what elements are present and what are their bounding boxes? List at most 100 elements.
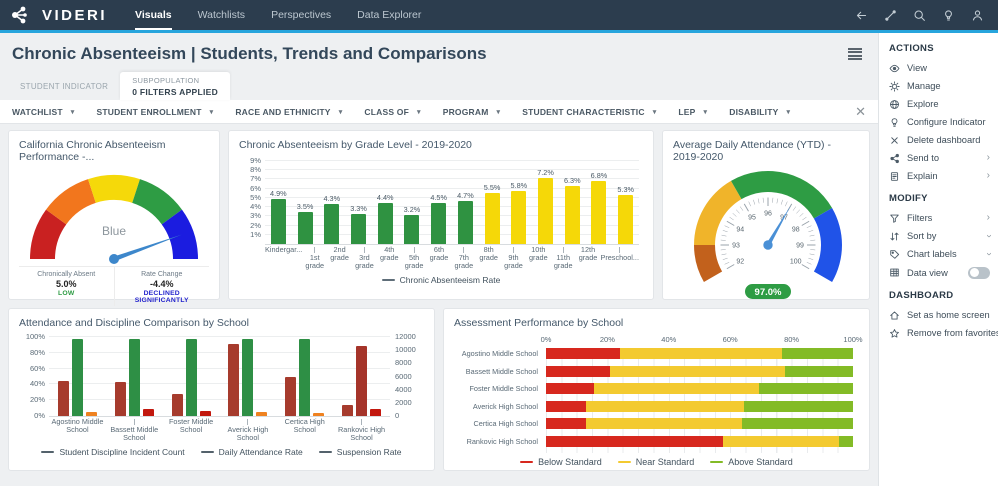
bar-segment[interactable] bbox=[785, 366, 853, 377]
ca-performance-gauge[interactable]: Blue bbox=[19, 165, 209, 272]
bar[interactable] bbox=[351, 214, 366, 244]
stacked-bar[interactable] bbox=[546, 366, 853, 377]
bar-segment[interactable] bbox=[546, 436, 723, 447]
nav-tab-data-explorer[interactable]: Data Explorer bbox=[357, 0, 421, 30]
lightbulb-icon[interactable] bbox=[942, 9, 955, 22]
search-icon[interactable] bbox=[913, 9, 926, 22]
bar-segment[interactable] bbox=[723, 436, 840, 447]
tracks-column: 0%20%40%60%80%100% bbox=[546, 335, 859, 453]
bar-segment[interactable] bbox=[744, 401, 853, 412]
action-delete-dashboard[interactable]: Delete dashboard bbox=[889, 131, 990, 149]
nav-tab-perspectives[interactable]: Perspectives bbox=[271, 0, 331, 30]
action-view[interactable]: View bbox=[889, 59, 990, 77]
filter-student-enrollment[interactable]: STUDENT ENROLLMENT▾ bbox=[96, 107, 213, 117]
bar[interactable] bbox=[298, 212, 313, 244]
bar[interactable] bbox=[324, 204, 339, 244]
filter-watchlist[interactable]: WATCHLIST▾ bbox=[12, 107, 74, 117]
bar[interactable] bbox=[342, 405, 353, 416]
bar-segment[interactable] bbox=[546, 418, 586, 429]
nav-tab-watchlists[interactable]: Watchlists bbox=[198, 0, 245, 30]
bar[interactable] bbox=[618, 195, 633, 244]
trend-icon[interactable] bbox=[884, 9, 897, 22]
bar[interactable] bbox=[86, 412, 97, 416]
bar[interactable] bbox=[256, 412, 267, 416]
bar[interactable] bbox=[299, 339, 310, 416]
action-manage[interactable]: Manage bbox=[889, 77, 990, 95]
action-explain[interactable]: Explain› bbox=[889, 167, 990, 185]
bar-segment[interactable] bbox=[782, 348, 853, 359]
modify-chart-labels[interactable]: Chart labels› bbox=[889, 245, 990, 263]
action-explore[interactable]: Explore bbox=[889, 95, 990, 113]
bar-segment[interactable] bbox=[586, 401, 744, 412]
bar[interactable] bbox=[378, 203, 393, 244]
menu-icon[interactable] bbox=[846, 44, 864, 64]
bar[interactable] bbox=[313, 413, 324, 416]
filter-class-of[interactable]: CLASS OF▾ bbox=[364, 107, 420, 117]
dashboard-set-home[interactable]: Set as home screen bbox=[889, 306, 990, 324]
y-tick-label-right: 6000 bbox=[395, 372, 419, 381]
tab-subpopulation[interactable]: SUBPOPULATION 0 FILTERS APPLIED bbox=[120, 72, 230, 100]
bar[interactable] bbox=[485, 193, 500, 244]
bar-segment[interactable] bbox=[546, 383, 594, 394]
bar[interactable] bbox=[228, 344, 239, 416]
action-send-to[interactable]: Send to› bbox=[889, 149, 990, 167]
tab-student-indicator[interactable]: STUDENT INDICATOR bbox=[8, 73, 120, 100]
filter-student-characteristic[interactable]: STUDENT CHARACTERISTIC▾ bbox=[522, 107, 656, 117]
stacked-bar[interactable] bbox=[546, 418, 853, 429]
modify-sort-by[interactable]: Sort by› bbox=[889, 227, 990, 245]
average-daily-attendance-gauge[interactable]: 929394959697989910097.0% bbox=[673, 165, 859, 308]
bar-segment[interactable] bbox=[546, 348, 620, 359]
bar-segment[interactable] bbox=[594, 383, 760, 394]
bar-segment[interactable] bbox=[742, 418, 853, 429]
bar[interactable] bbox=[538, 178, 553, 244]
bar[interactable] bbox=[242, 339, 253, 416]
data-view-toggle[interactable] bbox=[968, 267, 990, 279]
bar-segment[interactable] bbox=[586, 418, 743, 429]
stacked-bar[interactable] bbox=[546, 401, 853, 412]
bar[interactable] bbox=[129, 339, 140, 416]
bar-segment[interactable] bbox=[759, 383, 853, 394]
bar[interactable] bbox=[591, 181, 606, 244]
chevron-down-icon: ▾ bbox=[339, 108, 343, 116]
stacked-bar[interactable] bbox=[546, 348, 853, 359]
bar[interactable] bbox=[285, 377, 296, 417]
bar[interactable] bbox=[186, 339, 197, 416]
filter-program[interactable]: PROGRAM▾ bbox=[443, 107, 501, 117]
dashboard-remove-favorites[interactable]: Remove from favorites bbox=[889, 324, 990, 342]
bar[interactable] bbox=[565, 186, 580, 244]
bar[interactable] bbox=[115, 382, 126, 416]
bar[interactable] bbox=[271, 199, 286, 244]
bar[interactable] bbox=[72, 339, 83, 416]
bar[interactable] bbox=[370, 409, 381, 416]
filter-disability[interactable]: DISABILITY▾ bbox=[729, 107, 790, 117]
bar[interactable] bbox=[200, 411, 211, 416]
bar[interactable] bbox=[404, 215, 419, 245]
modify-filters[interactable]: Filters› bbox=[889, 209, 990, 227]
bar[interactable] bbox=[143, 409, 154, 416]
stacked-bar[interactable] bbox=[546, 436, 853, 447]
user-icon[interactable] bbox=[971, 9, 984, 22]
nav-tab-visuals[interactable]: Visuals bbox=[135, 0, 172, 30]
stacked-bar[interactable] bbox=[546, 383, 853, 394]
bar[interactable] bbox=[172, 394, 183, 416]
bar[interactable] bbox=[58, 381, 69, 416]
action-configure-indicator[interactable]: Configure Indicator bbox=[889, 113, 990, 131]
bar[interactable] bbox=[431, 203, 446, 245]
bar-segment[interactable] bbox=[546, 401, 586, 412]
back-icon[interactable] bbox=[855, 9, 868, 22]
bar-segment[interactable] bbox=[620, 348, 783, 359]
bar-segment[interactable] bbox=[839, 436, 853, 447]
modify-data-view[interactable]: Data view bbox=[889, 263, 990, 282]
assessment-stacked-bar-chart[interactable]: Agostino Middle SchoolBassett Middle Sch… bbox=[454, 335, 859, 453]
bar-segment[interactable] bbox=[610, 366, 785, 377]
bar-segment[interactable] bbox=[546, 366, 610, 377]
filter-race-and-ethnicity[interactable]: RACE AND ETHNICITY▾ bbox=[235, 107, 342, 117]
videri-logo-icon bbox=[10, 5, 30, 25]
close-icon[interactable]: ✕ bbox=[855, 105, 866, 118]
school-comparison-bar-chart[interactable]: 0%20%40%60%80%100%0200040006000800010000… bbox=[19, 337, 424, 443]
bar[interactable] bbox=[458, 201, 473, 244]
grade-level-bar-chart[interactable]: 1%2%3%4%5%6%7%8%9%4.9%3.5%4.3%3.3%4.4%3.… bbox=[239, 161, 643, 271]
bar[interactable] bbox=[356, 346, 367, 416]
bar[interactable] bbox=[511, 191, 526, 244]
filter-lep[interactable]: LEP▾ bbox=[678, 107, 707, 117]
